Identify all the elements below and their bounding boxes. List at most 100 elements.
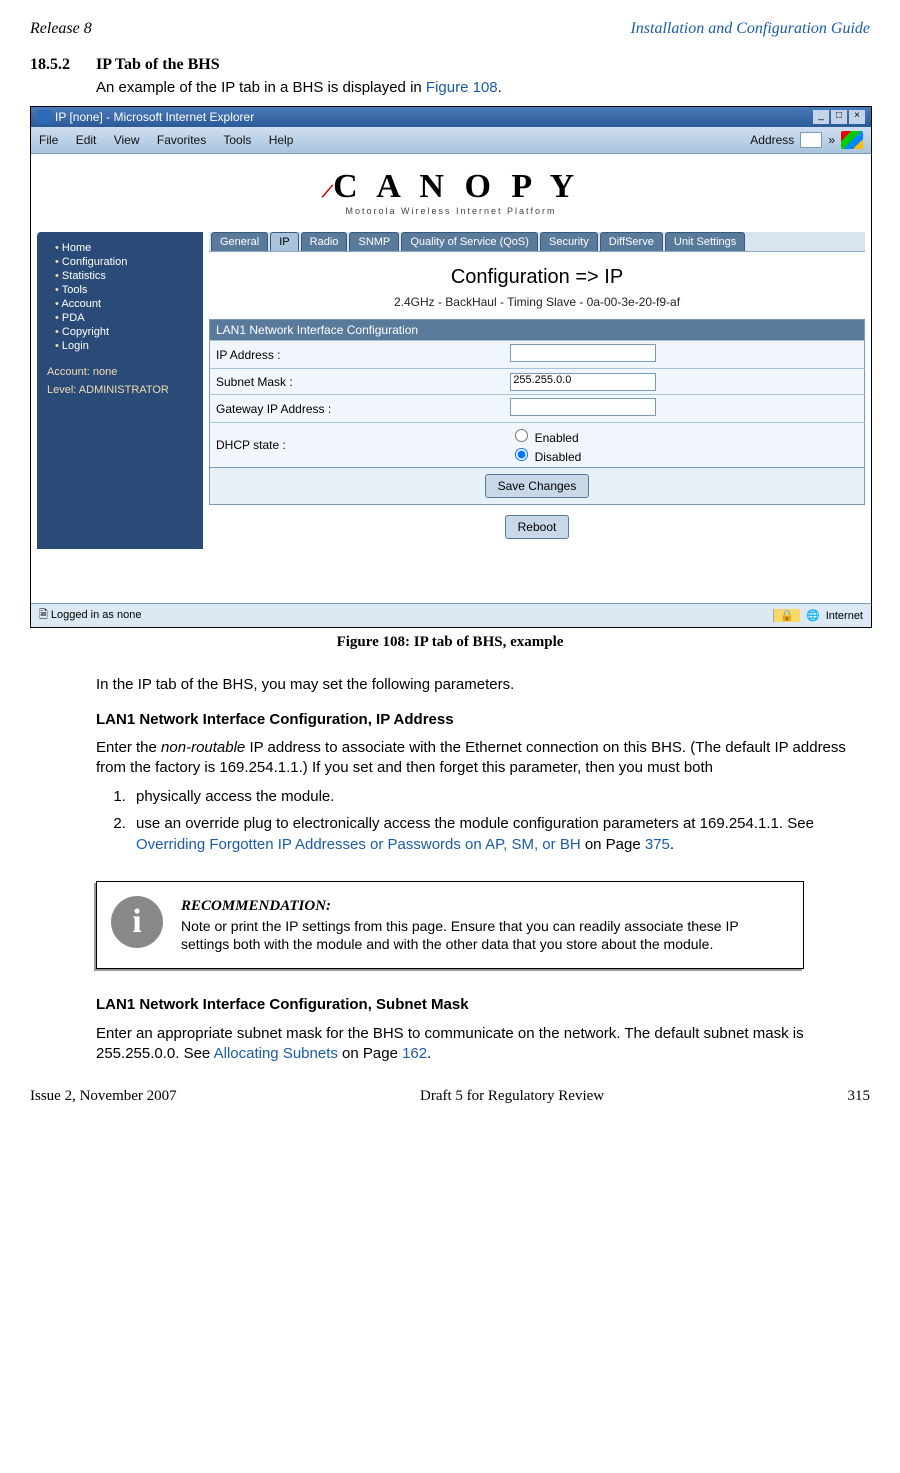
recommendation-box: i RECOMMENDATION: Note or print the IP s… xyxy=(96,881,804,969)
override-link[interactable]: Overriding Forgotten IP Addresses or Pas… xyxy=(136,836,581,853)
tab-diffserve[interactable]: DiffServe xyxy=(600,232,663,251)
subnet-mask-label: Subnet Mask : xyxy=(210,369,505,395)
config-title: Configuration => IP xyxy=(209,266,865,289)
config-subtitle: 2.4GHz - BackHaul - Timing Slave - 0a-00… xyxy=(209,295,865,309)
section-heading: 18.5.2 IP Tab of the BHS xyxy=(30,56,870,74)
menu-help[interactable]: Help xyxy=(269,133,294,147)
menu-file[interactable]: File xyxy=(39,133,58,147)
window-title: IP [none] - Microsoft Internet Explorer xyxy=(55,110,254,124)
address-label: Address xyxy=(750,133,794,147)
table-header: LAN1 Network Interface Configuration xyxy=(210,320,865,341)
sidebar-item-home[interactable]: Home xyxy=(55,242,197,254)
section-title: IP Tab of the BHS xyxy=(96,56,220,74)
logo-text: C A N O P Y xyxy=(333,168,580,205)
sidebar-item-configuration[interactable]: Configuration xyxy=(55,256,197,268)
sidebar-item-login[interactable]: Login xyxy=(55,340,197,352)
subnet-mask-input[interactable]: 255.255.0.0 xyxy=(510,373,656,391)
dhcp-disabled-label: Disabled xyxy=(535,450,582,464)
p2b: on Page xyxy=(338,1045,402,1062)
logo-swoosh-icon: ⟋ xyxy=(322,184,333,201)
windows-flag-icon xyxy=(841,131,863,149)
main-panel: General IP Radio SNMP Quality of Service… xyxy=(209,232,865,549)
tab-general[interactable]: General xyxy=(211,232,268,251)
tab-qos[interactable]: Quality of Service (QoS) xyxy=(401,232,538,251)
minimize-icon[interactable]: _ xyxy=(813,110,829,124)
figure-screenshot: IP [none] - Microsoft Internet Explorer … xyxy=(30,106,872,628)
body-para-1: In the IP tab of the BHS, you may set th… xyxy=(96,675,870,695)
ie-status-bar: 🗎 Logged in as none 🔒 🌐 Internet xyxy=(31,603,871,627)
footer-center: Draft 5 for Regulatory Review xyxy=(420,1088,604,1105)
recommendation-body: Note or print the IP settings from this … xyxy=(181,917,789,955)
allocating-subnets-link[interactable]: Allocating Subnets xyxy=(214,1045,338,1062)
para-ip-address: Enter the non-routable IP address to ass… xyxy=(96,738,870,779)
p1-em: non-routable xyxy=(161,739,245,756)
heading-subnet-mask: LAN1 Network Interface Configuration, Su… xyxy=(96,995,870,1015)
tab-snmp[interactable]: SNMP xyxy=(349,232,399,251)
globe-icon: 🌐 xyxy=(806,609,820,622)
intro-text-a: An example of the IP tab in a BHS is dis… xyxy=(96,79,426,96)
ip-address-label: IP Address : xyxy=(210,341,505,369)
reboot-button[interactable]: Reboot xyxy=(505,515,570,539)
header-left: Release 8 xyxy=(30,20,92,38)
account-line2: Level: ADMINISTRATOR xyxy=(47,384,197,396)
menu-favorites[interactable]: Favorites xyxy=(157,133,206,147)
status-doc-icon: 🗎 xyxy=(39,609,48,621)
address-input[interactable] xyxy=(800,132,822,148)
ip-address-input[interactable] xyxy=(510,344,656,362)
p1a: Enter the xyxy=(96,739,161,756)
page-375-link[interactable]: 375 xyxy=(645,836,670,853)
menu-edit[interactable]: Edit xyxy=(76,133,97,147)
menu-view[interactable]: View xyxy=(114,133,140,147)
status-right: Internet xyxy=(826,610,863,622)
page-162-link[interactable]: 162 xyxy=(402,1045,427,1062)
tab-strip: General IP Radio SNMP Quality of Service… xyxy=(209,232,865,252)
figure-link[interactable]: Figure 108 xyxy=(426,79,498,96)
sidebar-item-account[interactable]: Account xyxy=(55,298,197,310)
logo-tagline: Motorola Wireless Internet Platform xyxy=(37,206,865,216)
sidebar-item-statistics[interactable]: Statistics xyxy=(55,270,197,282)
running-footer: Issue 2, November 2007 Draft 5 for Regul… xyxy=(30,1088,870,1105)
para-subnet-mask: Enter an appropriate subnet mask for the… xyxy=(96,1024,870,1065)
chevron-icon[interactable]: » xyxy=(828,133,835,147)
lock-icon: 🔒 xyxy=(773,609,800,622)
dhcp-enabled-label: Enabled xyxy=(535,431,579,445)
close-icon[interactable]: × xyxy=(849,110,865,124)
dhcp-enabled-radio[interactable] xyxy=(515,429,528,442)
numbered-list: physically access the module. use an ove… xyxy=(130,786,870,855)
p2c: . xyxy=(427,1045,431,1062)
footer-left: Issue 2, November 2007 xyxy=(30,1088,177,1105)
tab-unit-settings[interactable]: Unit Settings xyxy=(665,232,745,251)
li2a: use an override plug to electronically a… xyxy=(136,815,814,832)
dhcp-disabled-radio[interactable] xyxy=(515,448,528,461)
status-left: Logged in as none xyxy=(51,609,142,621)
intro-text-b: . xyxy=(498,79,502,96)
tab-security[interactable]: Security xyxy=(540,232,598,251)
sidebar-item-tools[interactable]: Tools xyxy=(55,284,197,296)
p2a: Enter an appropriate subnet mask for the… xyxy=(96,1025,804,1062)
list-item-1: physically access the module. xyxy=(130,786,870,807)
intro-paragraph: An example of the IP tab in a BHS is dis… xyxy=(96,78,870,98)
footer-right: 315 xyxy=(848,1088,871,1105)
sidebar-item-pda[interactable]: PDA xyxy=(55,312,197,324)
ie-menubar: File Edit View Favorites Tools Help Addr… xyxy=(31,127,871,154)
window-controls[interactable]: _ □ × xyxy=(813,110,865,124)
gateway-ip-input[interactable] xyxy=(510,398,656,416)
list-item-2: use an override plug to electronically a… xyxy=(130,813,870,855)
dhcp-state-label: DHCP state : xyxy=(210,423,505,468)
li2c: . xyxy=(670,836,674,853)
heading-ip-address: LAN1 Network Interface Configuration, IP… xyxy=(96,710,870,730)
section-number: 18.5.2 xyxy=(30,56,80,74)
figure-caption: Figure 108: IP tab of BHS, example xyxy=(30,634,870,651)
save-changes-button[interactable]: Save Changes xyxy=(485,474,590,498)
sidebar-item-copyright[interactable]: Copyright xyxy=(55,326,197,338)
running-header: Release 8 Installation and Configuration… xyxy=(30,20,870,38)
browser-content: ⟋C A N O P Y Motorola Wireless Internet … xyxy=(31,154,871,626)
recommendation-text: RECOMMENDATION: Note or print the IP set… xyxy=(181,896,789,954)
header-right: Installation and Configuration Guide xyxy=(630,20,870,38)
ie-titlebar: IP [none] - Microsoft Internet Explorer … xyxy=(31,107,871,127)
sidebar-nav: Home Configuration Statistics Tools Acco… xyxy=(37,232,203,549)
menu-tools[interactable]: Tools xyxy=(223,133,251,147)
maximize-icon[interactable]: □ xyxy=(831,110,847,124)
tab-ip[interactable]: IP xyxy=(270,232,298,251)
tab-radio[interactable]: Radio xyxy=(301,232,348,251)
